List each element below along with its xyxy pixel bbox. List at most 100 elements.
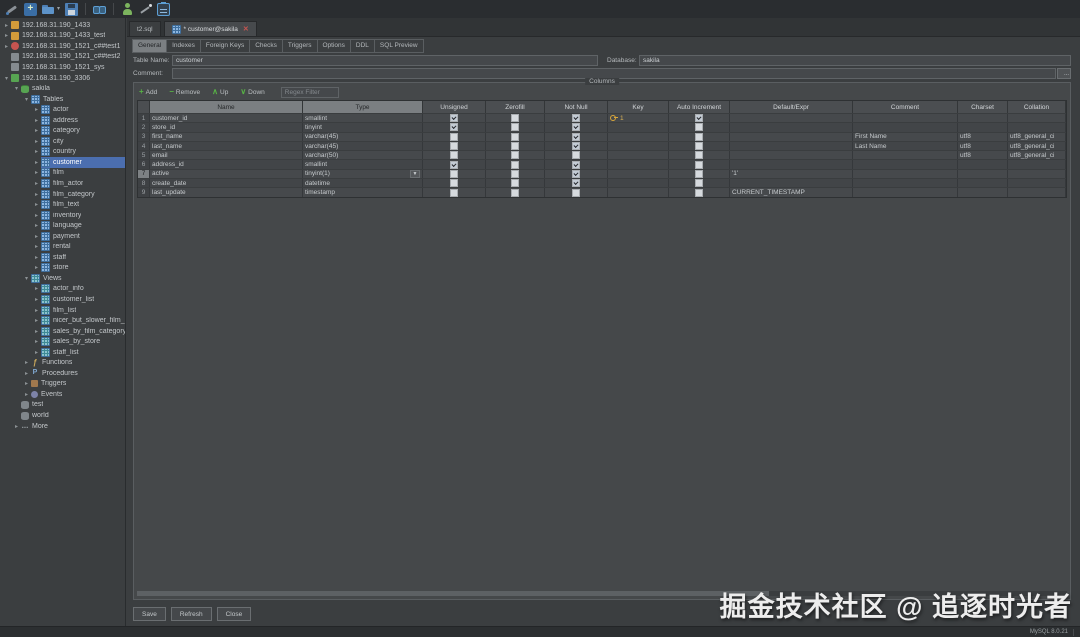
key-cell[interactable]: 1 — [608, 114, 669, 122]
not-null-cell[interactable] — [545, 142, 608, 150]
row-number-cell[interactable]: 1 — [138, 114, 150, 122]
tree-item-country[interactable]: ▸country — [0, 147, 125, 158]
tree-item-store[interactable]: ▸store — [0, 263, 125, 274]
checkbox[interactable] — [511, 161, 519, 169]
charset-cell[interactable] — [958, 123, 1008, 131]
table-name-input[interactable] — [172, 55, 598, 66]
tree-item-customer-list[interactable]: ▸customer_list — [0, 294, 125, 305]
tree-item-192-168-31-190-1521-sys[interactable]: 192.168.31.190_1521_sys — [0, 62, 125, 73]
collation-cell[interactable] — [1008, 123, 1066, 131]
tree-item-sales-by-store[interactable]: ▸sales_by_store — [0, 336, 125, 347]
checkbox-checked[interactable] — [572, 133, 580, 141]
auto-increment-cell[interactable] — [669, 151, 730, 159]
collation-cell[interactable]: utf8_general_ci — [1008, 151, 1066, 159]
scrollbar-thumb[interactable] — [137, 591, 769, 596]
checkbox[interactable] — [450, 133, 458, 141]
type-cell[interactable]: varchar(50) — [303, 151, 423, 159]
grid-row-email[interactable]: 5emailvarchar(50)utf8utf8_general_ci — [138, 150, 1066, 159]
collapsed-arrow-icon[interactable]: ▸ — [2, 22, 11, 29]
comment-cell[interactable] — [853, 114, 958, 122]
collapsed-arrow-icon[interactable]: ▸ — [32, 138, 41, 145]
checkbox[interactable] — [511, 123, 519, 131]
dropdown-arrow-icon[interactable]: ▼ — [410, 170, 420, 178]
comment-cell[interactable] — [853, 170, 958, 178]
grid-row-last_name[interactable]: 4last_namevarchar(45)Last Nameutf8utf8_g… — [138, 141, 1066, 150]
checkbox-checked[interactable] — [572, 179, 580, 187]
name-cell[interactable]: last_name — [150, 142, 303, 150]
charset-cell[interactable] — [958, 160, 1008, 168]
not-null-cell[interactable] — [545, 188, 608, 196]
default-expr-cell[interactable] — [730, 133, 853, 141]
auto-increment-cell[interactable] — [669, 188, 730, 196]
tree-item-film-list[interactable]: ▸film_list — [0, 305, 125, 316]
clipboard-icon[interactable] — [157, 3, 170, 16]
not-null-cell[interactable] — [545, 133, 608, 141]
name-cell[interactable]: active — [150, 170, 303, 178]
checkbox[interactable] — [695, 123, 703, 131]
unsigned-cell[interactable] — [423, 114, 486, 122]
checkbox-checked[interactable] — [450, 123, 458, 131]
unsigned-cell[interactable] — [423, 188, 486, 196]
name-cell[interactable]: create_date — [150, 179, 303, 187]
pencil-icon[interactable] — [6, 3, 19, 16]
zerofill-cell[interactable] — [486, 133, 545, 141]
collapsed-arrow-icon[interactable]: ▸ — [32, 243, 41, 250]
checkbox[interactable] — [572, 151, 580, 159]
column-header-comment[interactable]: Comment — [853, 101, 958, 113]
open-folder-icon[interactable] — [42, 3, 55, 16]
tree-item-192-168-31-190-1521-c-test1[interactable]: ▸192.168.31.190_1521_c##test1 — [0, 41, 125, 52]
collapsed-arrow-icon[interactable]: ▸ — [32, 222, 41, 229]
save-icon[interactable] — [65, 3, 78, 16]
unsigned-cell[interactable] — [423, 179, 486, 187]
column-header-charset[interactable]: Charset — [958, 101, 1008, 113]
charset-cell[interactable] — [958, 179, 1008, 187]
zerofill-cell[interactable] — [486, 179, 545, 187]
column-header-zerofill[interactable]: Zerofill — [486, 101, 545, 113]
tab-triggers[interactable]: Triggers — [283, 39, 318, 53]
collapsed-arrow-icon[interactable]: ▸ — [32, 317, 41, 324]
remove-column-button[interactable]: − Remove — [169, 88, 200, 96]
collapsed-arrow-icon[interactable]: ▸ — [32, 212, 41, 219]
collapsed-arrow-icon[interactable]: ▸ — [32, 307, 41, 314]
column-header-key[interactable]: Key — [608, 101, 669, 113]
collapsed-arrow-icon[interactable]: ▸ — [22, 370, 31, 377]
column-header-row-number[interactable] — [138, 101, 150, 113]
collapsed-arrow-icon[interactable]: ▸ — [32, 285, 41, 292]
collation-cell[interactable] — [1008, 114, 1066, 122]
comment-cell[interactable]: First Name — [853, 133, 958, 141]
checkbox-checked[interactable] — [572, 123, 580, 131]
tree-item-test[interactable]: test — [0, 400, 125, 411]
zerofill-cell[interactable] — [486, 151, 545, 159]
tree-item-address[interactable]: ▸address — [0, 115, 125, 126]
zerofill-cell[interactable] — [486, 142, 545, 150]
row-number-cell[interactable]: 5 — [138, 151, 150, 159]
tree-item-customer[interactable]: ▸customer — [0, 157, 125, 168]
grid-row-last_update[interactable]: 9last_updatetimestampCURRENT_TIMESTAMP — [138, 187, 1066, 196]
editor-tab-t2-sql[interactable]: t2.sql — [129, 21, 161, 36]
checkbox[interactable] — [695, 161, 703, 169]
user-icon[interactable] — [121, 3, 134, 16]
key-cell[interactable] — [608, 142, 669, 150]
collapsed-arrow-icon[interactable]: ▸ — [32, 338, 41, 345]
editor-tab-customer-sakila[interactable]: * customer@sakila✕ — [164, 21, 257, 36]
tree-item-staff[interactable]: ▸staff — [0, 252, 125, 263]
checkbox-checked[interactable] — [572, 170, 580, 178]
regex-filter-input[interactable] — [281, 87, 339, 98]
unsigned-cell[interactable] — [423, 151, 486, 159]
tree-item-sakila[interactable]: ▾sakila — [0, 83, 125, 94]
column-header-not-null[interactable]: Not Null — [545, 101, 608, 113]
zerofill-cell[interactable] — [486, 123, 545, 131]
checkbox[interactable] — [450, 189, 458, 197]
comment-cell[interactable] — [853, 151, 958, 159]
charset-cell[interactable]: utf8 — [958, 133, 1008, 141]
tree-item-inventory[interactable]: ▸inventory — [0, 210, 125, 221]
checkbox[interactable] — [695, 189, 703, 197]
checkbox[interactable] — [450, 142, 458, 150]
tree-item-language[interactable]: ▸language — [0, 220, 125, 231]
type-cell[interactable]: tinyint — [303, 123, 423, 131]
row-number-cell[interactable]: 9 — [138, 188, 150, 196]
wand-icon[interactable] — [139, 3, 152, 16]
checkbox-checked[interactable] — [572, 114, 580, 122]
column-header-auto-increment[interactable]: Auto Increment — [669, 101, 730, 113]
tree-item-film-category[interactable]: ▸film_category — [0, 189, 125, 200]
